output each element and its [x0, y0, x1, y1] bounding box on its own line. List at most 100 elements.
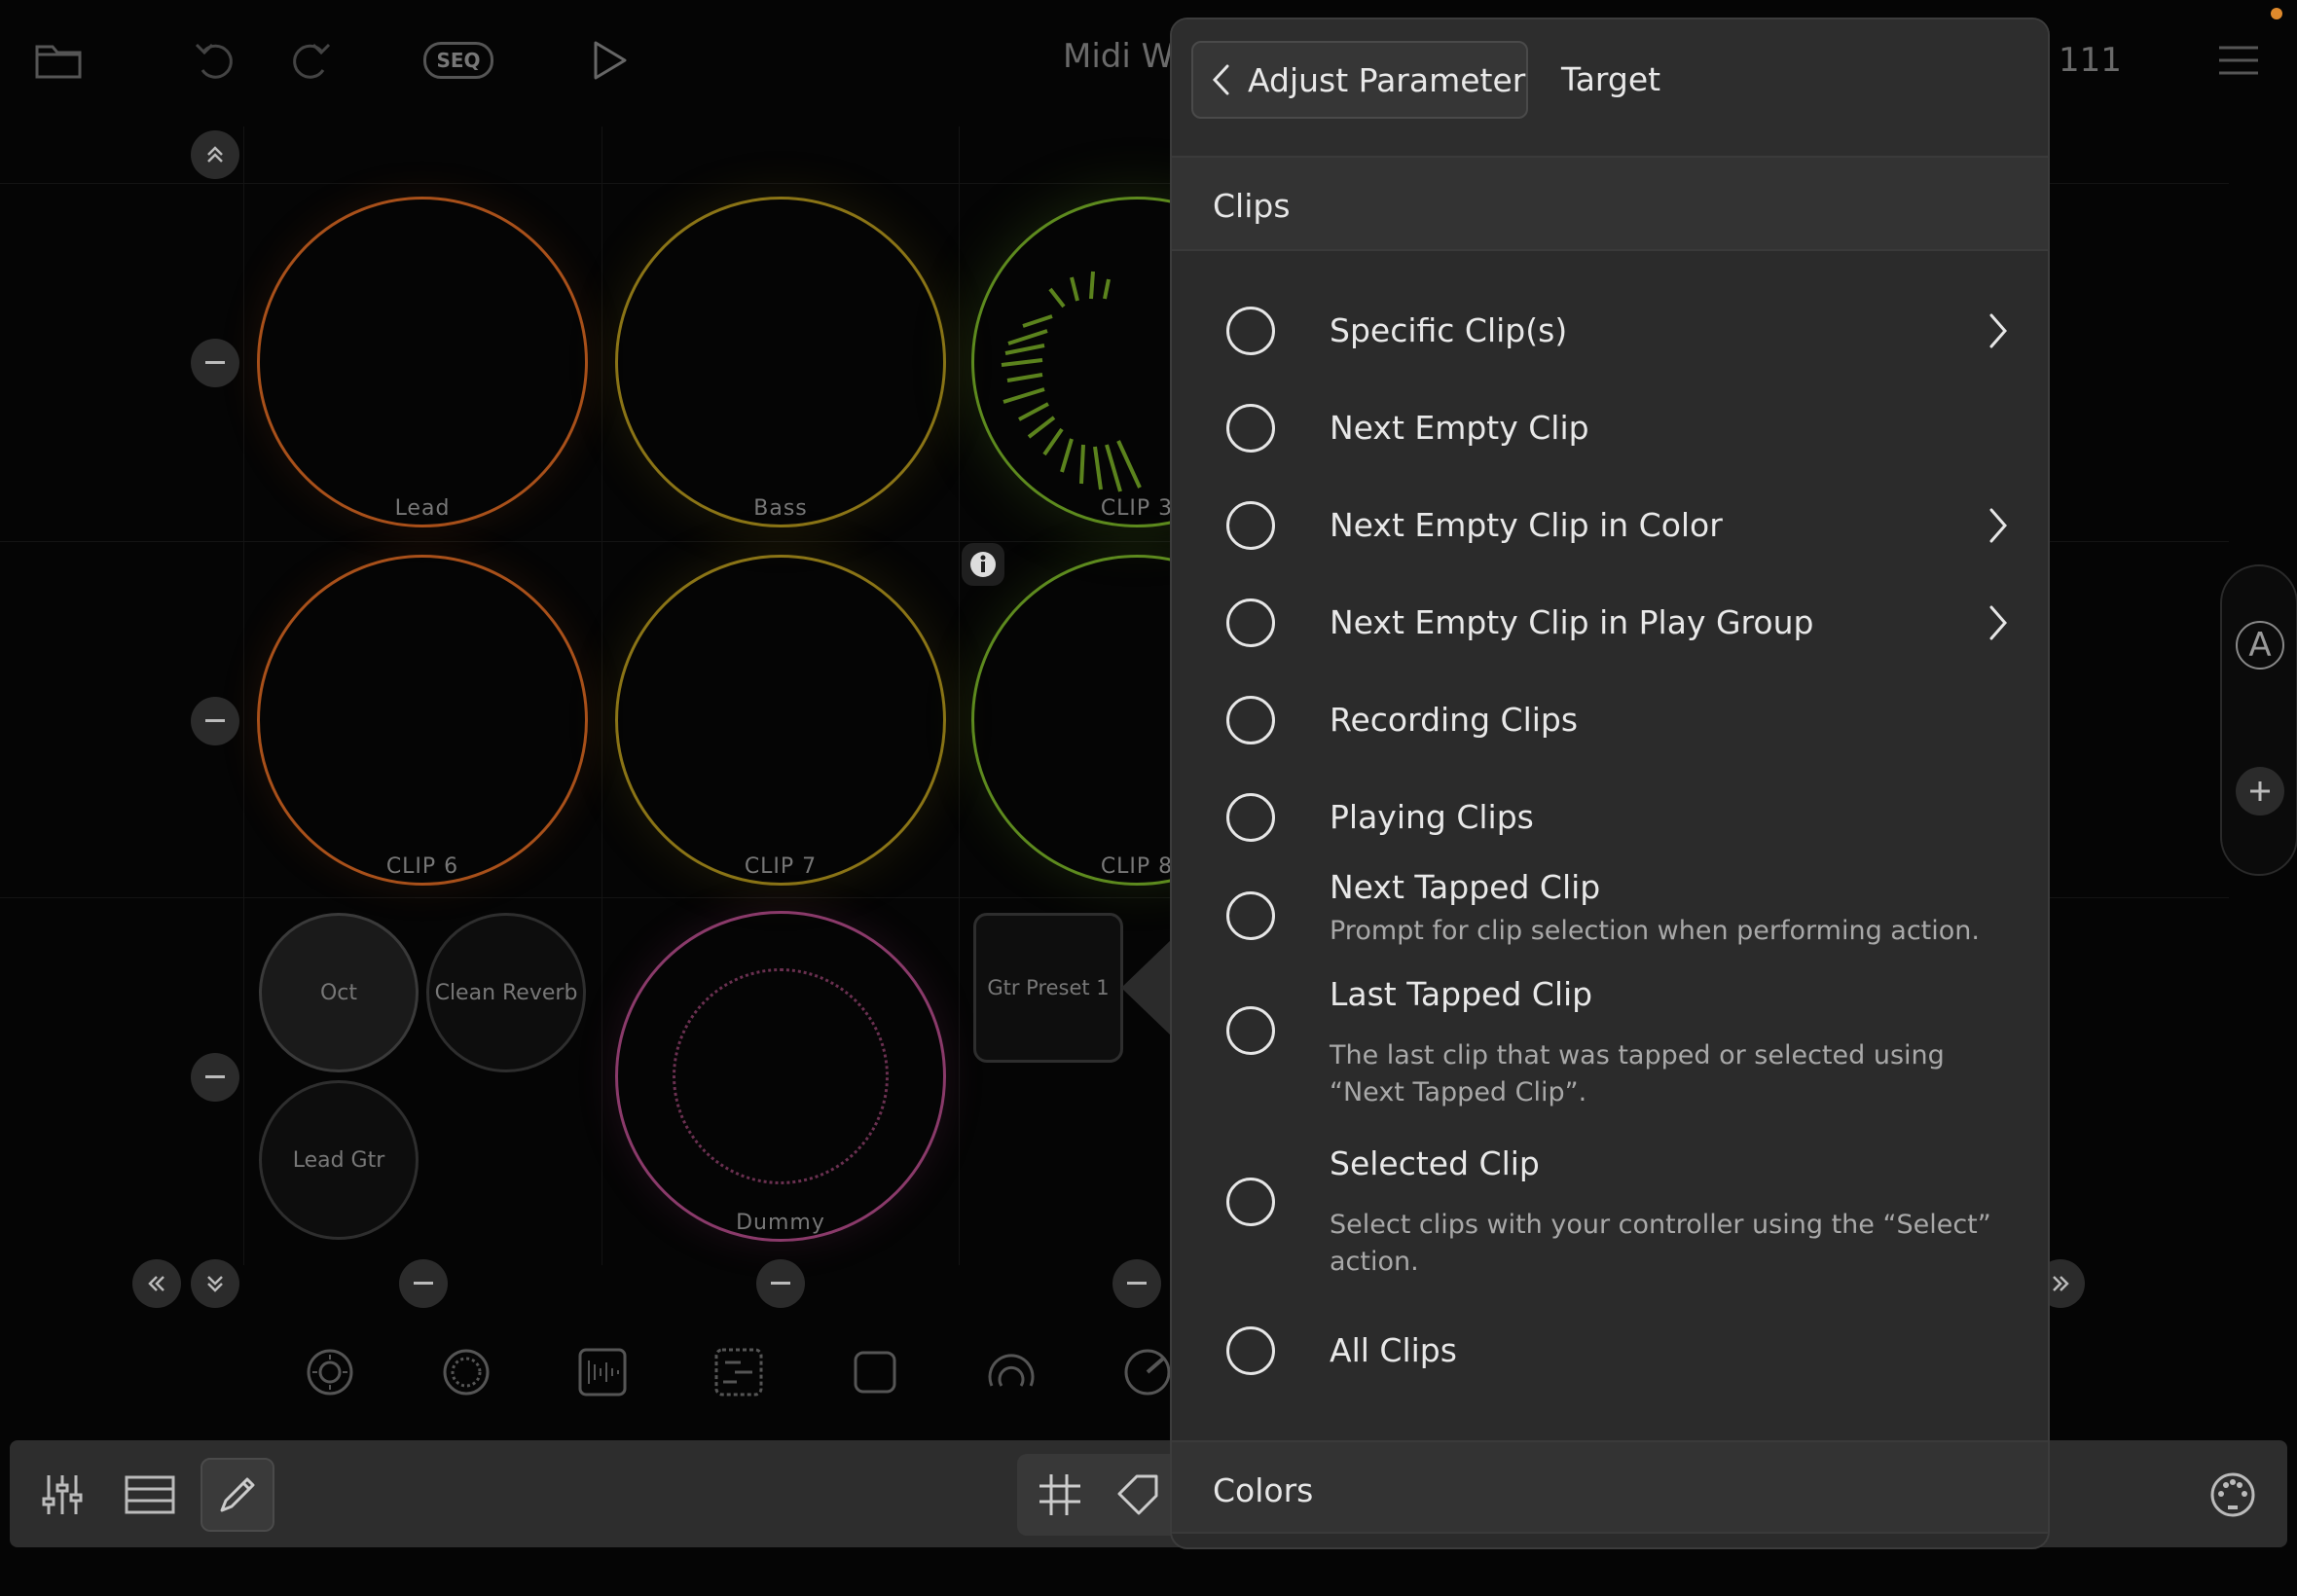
- waveform-icon: [1001, 271, 1142, 492]
- option-next-empty-clip[interactable]: Next Empty Clip: [1172, 380, 2048, 477]
- popover-header: Adjust Parameter Target: [1172, 19, 2048, 158]
- grid-line: [243, 127, 244, 1265]
- scroll-up-button[interactable]: [191, 130, 239, 179]
- option-specific-clips[interactable]: Specific Clip(s): [1172, 282, 2048, 380]
- row-minus-button[interactable]: [191, 697, 239, 745]
- clip-label: Oct: [319, 980, 358, 1005]
- grid-view-icon[interactable]: [1023, 1458, 1097, 1532]
- option-next-empty-clip-color[interactable]: Next Empty Clip in Color: [1172, 477, 2048, 574]
- option-label: All Clips: [1330, 1331, 1457, 1369]
- option-playing-clips[interactable]: Playing Clips: [1172, 769, 2048, 866]
- section-label: Colors: [1213, 1471, 1314, 1509]
- dotted-ring: [673, 968, 889, 1184]
- tag-view-icon[interactable]: [1101, 1458, 1175, 1532]
- sequencer-label: SEQ: [423, 42, 493, 79]
- clip-pad[interactable]: CLIP 7: [615, 555, 946, 886]
- arc-icon[interactable]: [985, 1346, 1038, 1398]
- clip-pad-small[interactable]: Oct: [259, 913, 419, 1072]
- clip-label: Dummy: [736, 1211, 825, 1235]
- radio-button[interactable]: [1226, 307, 1275, 355]
- preset-pad[interactable]: Gtr Preset 1: [973, 913, 1123, 1063]
- chevron-right-icon: [1989, 605, 2007, 640]
- scroll-left-button[interactable]: [132, 1259, 181, 1308]
- target-popover: Adjust Parameter Target Clips Specific C…: [1170, 18, 2050, 1549]
- option-label: Last Tapped Clip: [1330, 975, 1593, 1013]
- back-button-label: Adjust Parameter: [1248, 60, 1526, 99]
- menu-icon[interactable]: [2207, 29, 2270, 91]
- redo-icon[interactable]: [280, 29, 343, 91]
- section-label: Clips: [1213, 187, 1291, 225]
- option-label: Playing Clips: [1330, 798, 1534, 836]
- radio-button[interactable]: [1226, 1326, 1275, 1375]
- option-label: Specific Clip(s): [1330, 311, 1568, 349]
- view-mode-group: [1017, 1454, 1183, 1536]
- ring-icon[interactable]: [440, 1346, 492, 1398]
- scene-a-button[interactable]: A: [2236, 621, 2284, 670]
- option-description: Prompt for clip selection when performin…: [1330, 916, 1980, 946]
- option-label: Next Empty Clip in Color: [1330, 506, 1723, 544]
- back-button[interactable]: Adjust Parameter: [1191, 41, 1528, 119]
- piano-roll-icon[interactable]: [712, 1346, 765, 1398]
- clip-pad[interactable]: Bass: [615, 197, 946, 527]
- midi-icon[interactable]: [2196, 1458, 2270, 1532]
- chevron-left-icon: [1212, 64, 1229, 95]
- popover-pointer: [1121, 939, 1172, 1036]
- waveform-view-icon[interactable]: [576, 1346, 629, 1398]
- row-minus-button[interactable]: [191, 1053, 239, 1102]
- tempo-readout[interactable]: 111: [2059, 41, 2122, 80]
- clip-label: Lead Gtr: [292, 1147, 385, 1173]
- play-icon[interactable]: [578, 29, 640, 91]
- column-minus-button[interactable]: [1112, 1259, 1161, 1308]
- option-selected-clip[interactable]: Selected Clip Select clips with your con…: [1172, 1144, 2048, 1290]
- option-label: Next Empty Clip in Play Group: [1330, 603, 1814, 641]
- project-title: Midi W: [1063, 37, 1175, 76]
- clip-pad[interactable]: Lead: [257, 197, 588, 527]
- option-label: Recording Clips: [1330, 701, 1579, 739]
- option-description: The last clip that was tapped or selecte…: [1330, 1040, 1945, 1107]
- sun-icon[interactable]: [304, 1346, 356, 1398]
- chevron-right-icon: [1989, 508, 2007, 543]
- option-label: Next Empty Clip: [1330, 409, 1589, 447]
- option-description: Select clips with your controller using …: [1330, 1210, 1991, 1277]
- clip-pad-small[interactable]: Clean Reverb: [426, 913, 586, 1072]
- option-all-clips[interactable]: All Clips: [1172, 1302, 2048, 1399]
- clip-label: Clean Reverb: [434, 980, 578, 1005]
- radio-button[interactable]: [1226, 501, 1275, 550]
- edit-mode-button[interactable]: [201, 1458, 274, 1532]
- clip-pad[interactable]: Dummy: [615, 911, 946, 1242]
- preset-label: Gtr Preset 1: [987, 976, 1110, 999]
- sequencer-button[interactable]: SEQ: [423, 29, 493, 91]
- scroll-down-button[interactable]: [191, 1259, 239, 1308]
- knob-icon[interactable]: [1121, 1346, 1174, 1398]
- clip-label: Lead: [394, 496, 451, 521]
- notification-dot: [2271, 8, 2282, 19]
- mixer-icon[interactable]: [25, 1458, 99, 1532]
- radio-button[interactable]: [1226, 598, 1275, 647]
- folder-icon[interactable]: [27, 29, 90, 91]
- radio-button[interactable]: [1226, 1006, 1275, 1055]
- list-view-icon[interactable]: [113, 1458, 187, 1532]
- column-minus-button[interactable]: [399, 1259, 448, 1308]
- add-scene-button[interactable]: [2236, 767, 2284, 816]
- option-last-tapped-clip[interactable]: Last Tapped Clip The last clip that was …: [1172, 975, 2048, 1121]
- option-next-empty-clip-play-group[interactable]: Next Empty Clip in Play Group: [1172, 574, 2048, 671]
- row-minus-button[interactable]: [191, 339, 239, 387]
- clip-pad[interactable]: CLIP 6: [257, 555, 588, 886]
- clip-label: CLIP 6: [385, 854, 459, 879]
- undo-icon[interactable]: [183, 29, 245, 91]
- option-recording-clips[interactable]: Recording Clips: [1172, 671, 2048, 769]
- option-next-tapped-clip[interactable]: Next Tapped Clip Prompt for clip selecti…: [1172, 868, 2048, 965]
- section-header-colors: Colors: [1172, 1440, 2048, 1534]
- radio-button[interactable]: [1226, 1178, 1275, 1226]
- chevron-right-icon: [1989, 313, 2007, 348]
- clip-label: Bass: [753, 496, 808, 521]
- grid-line: [959, 127, 960, 1265]
- radio-button[interactable]: [1226, 696, 1275, 744]
- clip-pad-small[interactable]: Lead Gtr: [259, 1080, 419, 1240]
- radio-button[interactable]: [1226, 404, 1275, 453]
- column-minus-button[interactable]: [756, 1259, 805, 1308]
- radio-button[interactable]: [1226, 891, 1275, 940]
- info-icon[interactable]: [962, 543, 1004, 586]
- square-icon[interactable]: [849, 1346, 901, 1398]
- radio-button[interactable]: [1226, 793, 1275, 842]
